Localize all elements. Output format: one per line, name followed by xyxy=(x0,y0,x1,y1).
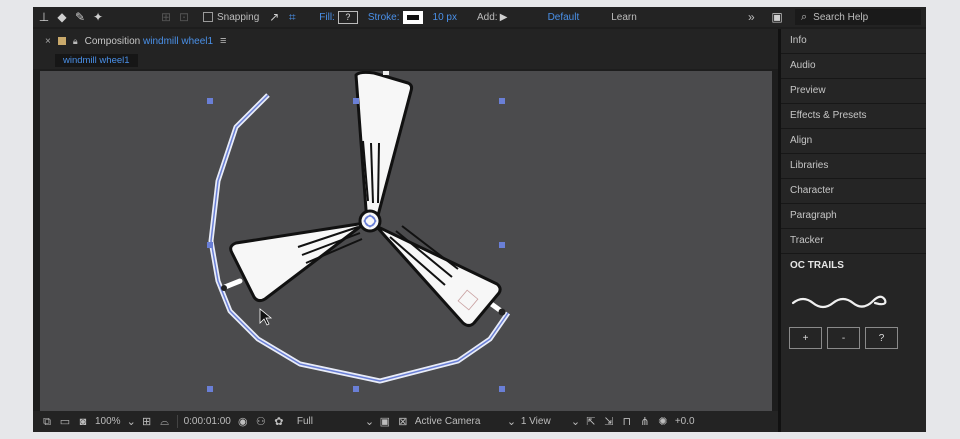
panel-align[interactable]: Align xyxy=(781,129,926,154)
always-preview-icon[interactable]: ⧉ xyxy=(41,416,53,428)
vr-icon[interactable]: ◙ xyxy=(77,416,89,428)
grid-guides-icon[interactable]: ⊞ xyxy=(141,416,153,428)
search-help[interactable]: ⌕ Search Help xyxy=(795,9,921,25)
search-help-input[interactable]: Search Help xyxy=(813,12,868,23)
mask-visibility-icon[interactable]: ⌓ xyxy=(159,416,171,428)
snapping-label: Snapping xyxy=(217,11,260,23)
oc-help-button[interactable]: ? xyxy=(865,327,898,349)
composition-viewer[interactable] xyxy=(40,71,772,411)
view-layout-dropdown-icon[interactable]: ⌄ xyxy=(571,416,580,428)
panel-info[interactable]: Info xyxy=(781,29,926,54)
right-panel-stack: Info Audio Preview Effects & Presets Ali… xyxy=(778,29,926,432)
stroke-swatch[interactable] xyxy=(402,10,423,24)
world-axis-icon[interactable]: ⊡ xyxy=(175,8,193,26)
wheel-hub xyxy=(358,209,382,233)
stroke-label: Stroke: xyxy=(367,11,400,23)
puppet-pin-icon[interactable]: ✦ xyxy=(89,8,107,26)
local-axis-icon[interactable]: ⊞ xyxy=(157,8,175,26)
snap-edge-icon[interactable]: ↗ xyxy=(265,8,283,26)
lock-icon[interactable]: 🔒︎ xyxy=(73,36,78,47)
close-panel-icon[interactable]: × xyxy=(45,36,51,47)
after-effects-window: ⊥ ◆ ✎ ✦ ⊞ ⊡ Snapping ↗ ⌗ Fill: ? Stroke:… xyxy=(33,7,926,432)
panel-effects-presets[interactable]: Effects & Presets xyxy=(781,104,926,129)
separator xyxy=(176,415,178,428)
camera-dropdown-icon[interactable]: ⌄ xyxy=(507,416,516,428)
zoom-dropdown-icon[interactable]: ⌄ xyxy=(127,416,136,428)
panel-character[interactable]: Character xyxy=(781,179,926,204)
windmill-artwork xyxy=(207,71,511,392)
viewer-control-bar: ⧉ ▭ ◙ 100% ⌄ ⊞ ⌓ 0:00:01:00 ◉ ⚇ ✿ Full ⌄… xyxy=(33,411,778,432)
oc-add-button[interactable]: + xyxy=(789,327,822,349)
left-peg xyxy=(222,278,243,290)
panel-preview[interactable]: Preview xyxy=(781,79,926,104)
clone-stamp-icon[interactable]: ⊥ xyxy=(35,8,53,26)
composition-subtab[interactable]: windmill wheel1 xyxy=(55,54,138,67)
flowchart-icon[interactable]: ⋔ xyxy=(639,416,651,428)
add-property-icon[interactable]: ▶ xyxy=(498,8,510,26)
panel-menu-icon[interactable]: ≡ xyxy=(220,35,226,47)
channel-icon[interactable]: ✿ xyxy=(273,416,285,428)
blade-left xyxy=(229,221,367,303)
fast-previews-icon[interactable]: ⇲ xyxy=(603,416,615,428)
zoom-level[interactable]: 100% xyxy=(95,416,121,427)
tools-toolbar: ⊥ ◆ ✎ ✦ ⊞ ⊡ Snapping ↗ ⌗ Fill: ? Stroke:… xyxy=(33,7,926,27)
panel-paragraph[interactable]: Paragraph xyxy=(781,204,926,229)
show-snapshot-icon[interactable]: ⚇ xyxy=(255,416,267,428)
fill-label: Fill: xyxy=(319,11,335,23)
workspace-default[interactable]: Default xyxy=(548,12,580,23)
oc-remove-button[interactable]: - xyxy=(827,327,860,349)
sync-settings-icon[interactable]: ▣ xyxy=(768,8,786,26)
region-of-interest-icon[interactable]: ▣ xyxy=(379,416,391,428)
stroke-width-value[interactable]: 10 px xyxy=(433,12,457,23)
resolution-dropdown-icon[interactable]: ⌄ xyxy=(365,416,374,428)
oc-trails-title: OC TRAILS xyxy=(790,260,844,271)
snapping-checkbox[interactable] xyxy=(203,12,213,22)
monitor-icon[interactable]: ▭ xyxy=(59,416,71,428)
search-icon: ⌕ xyxy=(801,10,808,23)
snapshot-icon[interactable]: ◉ xyxy=(237,416,249,428)
transparency-grid-icon[interactable]: ⊠ xyxy=(397,416,409,428)
composition-tab-name[interactable]: windmill wheel1 xyxy=(143,36,213,47)
camera-select[interactable]: Active Camera xyxy=(415,416,501,427)
workspace-learn[interactable]: Learn xyxy=(611,12,637,23)
resolution-select[interactable]: Full xyxy=(297,416,359,427)
current-time[interactable]: 0:00:01:00 xyxy=(184,416,231,427)
add-label: Add: xyxy=(476,11,498,23)
composition-color-label xyxy=(57,37,66,45)
panel-audio[interactable]: Audio xyxy=(781,54,926,79)
oc-trails-logo-icon xyxy=(791,295,887,309)
toggle-pixel-aspect-icon[interactable]: ⇱ xyxy=(585,416,597,428)
workspace-overflow-icon[interactable]: » xyxy=(748,10,755,24)
exposure-value[interactable]: +0.0 xyxy=(675,416,695,427)
reset-exposure-icon[interactable]: ✺ xyxy=(657,416,669,428)
view-layout-select[interactable]: 1 View xyxy=(521,416,565,427)
eraser-icon[interactable]: ◆ xyxy=(53,8,71,26)
panel-tracker[interactable]: Tracker xyxy=(781,229,926,254)
panel-list: Info Audio Preview Effects & Presets Ali… xyxy=(781,29,926,254)
roto-brush-icon[interactable]: ✎ xyxy=(71,8,89,26)
panel-libraries[interactable]: Libraries xyxy=(781,154,926,179)
mouse-cursor-icon xyxy=(259,308,273,326)
timeline-icon[interactable]: ⊓ xyxy=(621,416,633,428)
composition-panel-header: × 🔒︎ Composition windmill wheel1 ≡ windm… xyxy=(33,29,778,69)
snap-frame-icon[interactable]: ⌗ xyxy=(283,8,301,26)
composition-tab-prefix: Composition xyxy=(84,35,141,47)
fill-swatch[interactable]: ? xyxy=(337,10,358,24)
oc-trails-buttons: + - ? xyxy=(789,327,898,349)
